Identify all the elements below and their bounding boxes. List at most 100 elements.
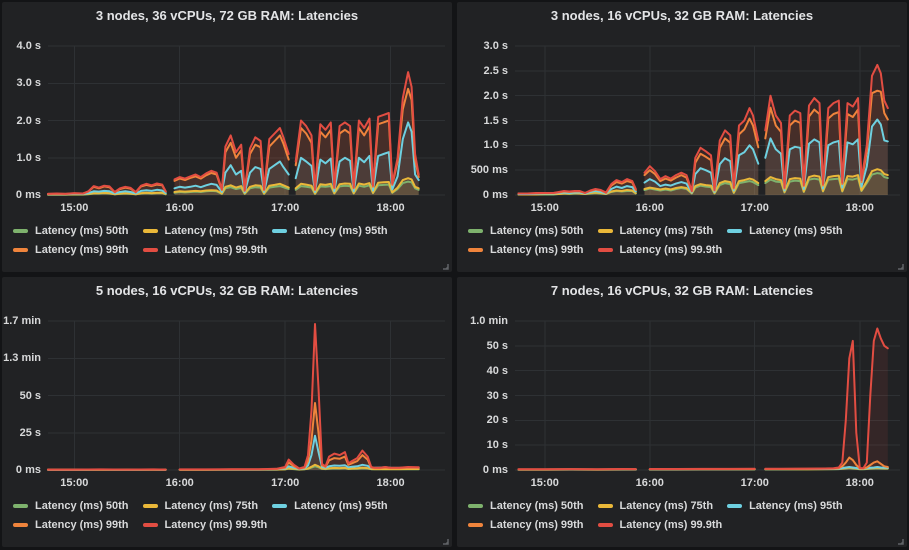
legend-swatch-icon [13,229,28,233]
x-axis-tick-label: 18:00 [846,201,874,215]
series-fill-p95 [180,436,419,470]
y-axis-tick-label: 30 s [457,389,508,403]
y-axis-tick-label: 4.0 s [2,39,41,53]
series-line-p95 [180,436,419,470]
legend-item-p999[interactable]: Latency (ms) 99.9th [143,518,268,532]
x-axis-tick-label: 15:00 [60,476,88,490]
y-axis-tick-label: 20 s [457,413,508,427]
chart-area: 0 ms25 s50 s1.3 min1.7 min15:0016:0017:0… [2,277,452,547]
legend-swatch-icon [143,248,158,252]
legend-swatch-icon [468,248,483,252]
legend-swatch-icon [13,248,28,252]
legend-item-p999[interactable]: Latency (ms) 99.9th [598,518,723,532]
latency-chart-plot[interactable] [515,46,900,197]
panel-resize-handle-icon[interactable] [895,536,904,545]
chart-legend: Latency (ms) 50th Latency (ms) 75th Latenc… [13,224,402,262]
legend-item-p95[interactable]: Latency (ms) 95th [727,224,843,238]
legend-item-p75[interactable]: Latency (ms) 75th [598,224,714,238]
legend-label: Latency (ms) 75th [620,224,714,238]
legend-label: Latency (ms) 99th [490,518,584,532]
legend-item-p99[interactable]: Latency (ms) 99th [468,243,584,257]
legend-swatch-icon [727,229,742,233]
y-axis-tick-label: 50 s [457,339,508,353]
y-axis-tick-label: 3.0 s [457,39,508,53]
x-axis-tick-label: 16:00 [636,201,664,215]
x-axis-tick-label: 16:00 [166,476,194,490]
legend-label: Latency (ms) 99th [490,243,584,257]
chart-area: 0 ms10 s20 s30 s40 s50 s1.0 min15:0016:0… [457,277,907,547]
legend-label: Latency (ms) 99.9th [165,518,268,532]
legend-label: Latency (ms) 95th [294,224,388,238]
legend-label: Latency (ms) 95th [749,499,843,513]
chart-legend: Latency (ms) 50th Latency (ms) 75th Latenc… [468,499,857,537]
y-axis-tick-label: 40 s [457,364,508,378]
legend-label: Latency (ms) 99.9th [620,243,723,257]
legend-label: Latency (ms) 99.9th [620,518,723,532]
legend-item-p50[interactable]: Latency (ms) 50th [468,499,584,513]
legend-label: Latency (ms) 99th [35,243,129,257]
legend-item-p95[interactable]: Latency (ms) 95th [727,499,843,513]
y-axis-tick-label: 50 s [2,389,41,403]
legend-item-p95[interactable]: Latency (ms) 95th [272,224,388,238]
legend-item-p75[interactable]: Latency (ms) 75th [143,499,259,513]
legend-item-p50[interactable]: Latency (ms) 50th [468,224,584,238]
x-axis-tick-label: 18:00 [376,476,404,490]
chart-area: 0 ms1.0 s2.0 s3.0 s4.0 s15:0016:0017:001… [2,2,452,272]
y-axis-tick-label: 1.0 s [2,151,41,165]
x-axis-tick-label: 17:00 [271,201,299,215]
legend-item-p99[interactable]: Latency (ms) 99th [13,243,129,257]
legend-label: Latency (ms) 50th [490,224,584,238]
latency-chart-plot[interactable] [515,321,900,472]
legend-item-p75[interactable]: Latency (ms) 75th [598,499,714,513]
legend-label: Latency (ms) 75th [165,224,259,238]
x-axis-tick-label: 17:00 [741,201,769,215]
legend-item-p99[interactable]: Latency (ms) 99th [13,518,129,532]
legend-item-p50[interactable]: Latency (ms) 50th [13,224,129,238]
legend-label: Latency (ms) 75th [165,499,259,513]
legend-swatch-icon [13,523,28,527]
legend-swatch-icon [143,504,158,508]
legend-swatch-icon [598,248,613,252]
panel-3-nodes-16-vcpus-latencies: 3 nodes, 16 vCPUs, 32 GB RAM: Latencies … [457,2,907,272]
panel-resize-handle-icon[interactable] [895,261,904,270]
y-axis-tick-label: 1.3 min [2,351,41,365]
y-axis-tick-label: 25 s [2,426,41,440]
panel-resize-handle-icon[interactable] [440,536,449,545]
legend-swatch-icon [598,229,613,233]
y-axis-tick-label: 2.0 s [2,114,41,128]
series-fill-p999 [180,324,419,470]
legend-item-p95[interactable]: Latency (ms) 95th [272,499,388,513]
y-axis-tick-label: 1.0 min [457,314,508,328]
x-axis-tick-label: 15:00 [531,476,559,490]
legend-item-p99[interactable]: Latency (ms) 99th [468,518,584,532]
x-axis-tick-label: 15:00 [60,201,88,215]
y-axis-tick-label: 10 s [457,438,508,452]
legend-item-p75[interactable]: Latency (ms) 75th [143,224,259,238]
x-axis-tick-label: 17:00 [271,476,299,490]
x-axis-tick-label: 17:00 [741,476,769,490]
legend-item-p999[interactable]: Latency (ms) 99.9th [143,243,268,257]
legend-item-p50[interactable]: Latency (ms) 50th [13,499,129,513]
panel-resize-handle-icon[interactable] [440,261,449,270]
x-axis-tick-label: 15:00 [531,201,559,215]
chart-legend: Latency (ms) 50th Latency (ms) 75th Latenc… [468,224,857,262]
y-axis-tick-label: 500 ms [457,163,508,177]
series-line-p999 [180,324,419,469]
x-axis-tick-label: 16:00 [636,476,664,490]
legend-label: Latency (ms) 75th [620,499,714,513]
legend-swatch-icon [272,229,287,233]
latency-chart-plot[interactable] [48,46,445,197]
x-axis-tick-label: 18:00 [376,201,404,215]
latency-chart-plot[interactable] [48,321,445,472]
x-axis-tick-label: 16:00 [166,201,194,215]
chart-area: 0 ms500 ms1.0 s1.5 s2.0 s2.5 s3.0 s15:00… [457,2,907,272]
series-line-p99 [180,403,419,470]
y-axis-tick-label: 1.7 min [2,314,41,328]
legend-swatch-icon [727,504,742,508]
legend-label: Latency (ms) 95th [749,224,843,238]
y-axis-tick-label: 2.0 s [457,89,508,103]
panel-5-nodes-16-vcpus-latencies: 5 nodes, 16 vCPUs, 32 GB RAM: Latencies … [2,277,452,547]
legend-item-p999[interactable]: Latency (ms) 99.9th [598,243,723,257]
legend-label: Latency (ms) 95th [294,499,388,513]
legend-swatch-icon [598,504,613,508]
